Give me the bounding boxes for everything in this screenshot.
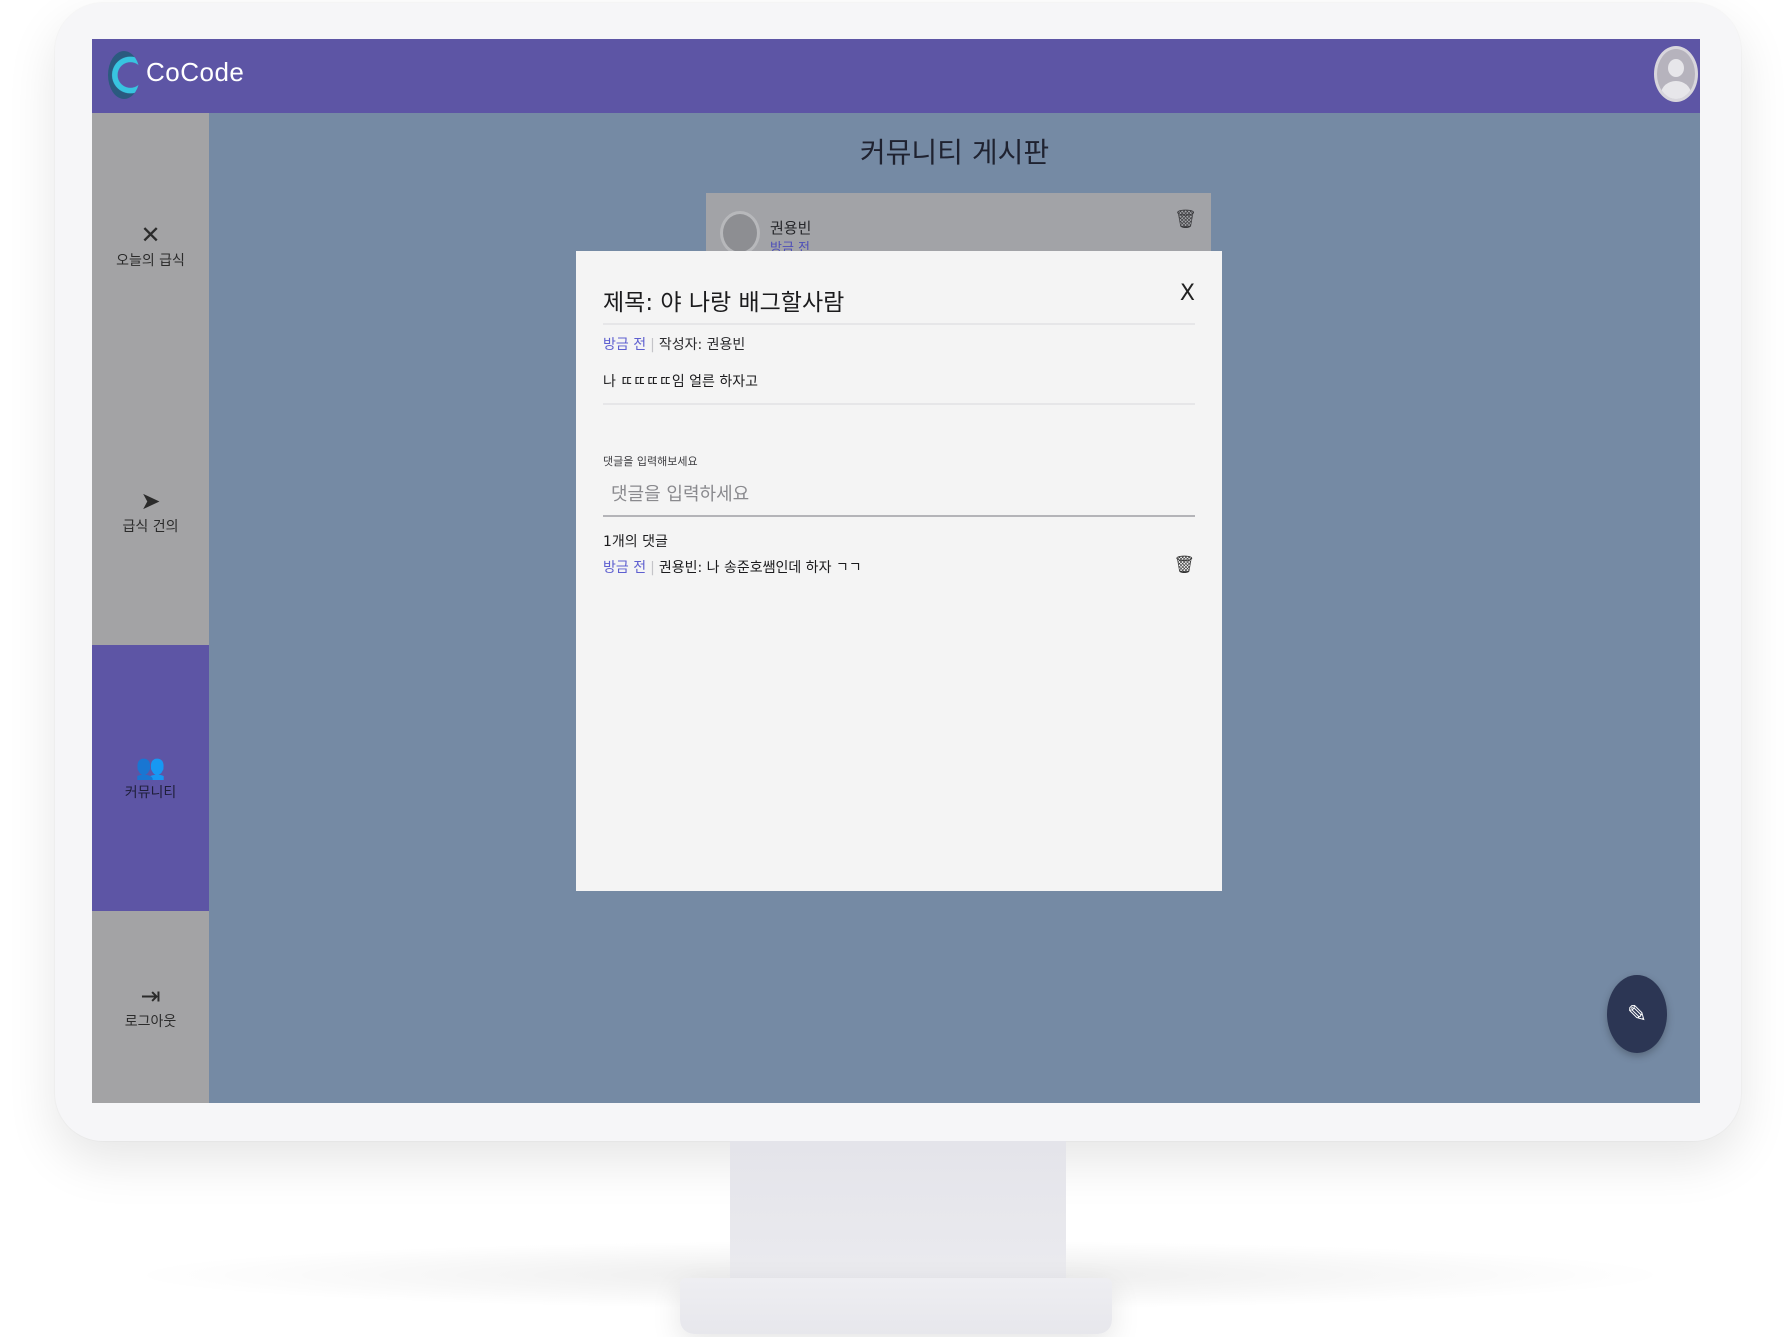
avatar: [720, 211, 760, 255]
modal-header: 제목: 야 나랑 배그할사람 X: [603, 281, 1195, 325]
post-author: 작성자: 권용빈: [658, 337, 746, 353]
top-bar: CoCode: [92, 39, 1700, 113]
comment-item: 방금 전 | 권용빈: 나 송준호쌤인데 하자 ㄱㄱ 🗑: [603, 555, 1195, 577]
comment-text: 나 송준호쌤인데 하자 ㄱㄱ: [706, 560, 862, 576]
sidebar: ✕ 오늘의 급식 ➤ 급식 건의 👥 커뮤니티 ⇥ 로그아웃: [92, 113, 209, 1103]
comment-count: 1개의 댓글: [603, 534, 668, 550]
sidebar-item-label: 로그아웃: [124, 1014, 177, 1030]
trash-icon[interactable]: 🗑: [1174, 209, 1197, 230]
user-avatar[interactable]: [1654, 46, 1698, 102]
people-icon: 👥: [135, 753, 166, 781]
app-title[interactable]: CoCode: [146, 57, 244, 88]
monitor-stand: [730, 1141, 1066, 1291]
post-detail-modal: 제목: 야 나랑 배그할사람 X 방금 전 | 작성자: 권용빈 나 ㄸㄸㄸㄸ임 얼…: [576, 251, 1222, 891]
sidebar-item-label: 오늘의 급식: [116, 253, 185, 269]
sidebar-item-logout[interactable]: ⇥ 로그아웃: [92, 911, 209, 1103]
comment-input[interactable]: [603, 473, 1195, 517]
page-title: 커뮤니티 게시판: [859, 136, 1050, 169]
utensils-icon: ✕: [140, 221, 161, 249]
comment-time: 방금 전: [603, 560, 647, 576]
modal-title: 제목: 야 나랑 배그할사람: [603, 290, 845, 316]
post-meta: 방금 전 | 작성자: 권용빈: [603, 334, 745, 354]
divider: |: [650, 560, 655, 576]
send-icon: ➤: [140, 487, 161, 515]
post-author: 권용빈: [770, 219, 812, 237]
post-time: 방금 전: [603, 337, 647, 353]
sidebar-item-meal-suggestion[interactable]: ➤ 급식 건의: [92, 379, 209, 645]
comment-author: 권용빈:: [658, 560, 703, 576]
logout-icon: ⇥: [140, 982, 161, 1010]
sidebar-item-label: 급식 건의: [122, 519, 179, 535]
comment-input-label: 댓글을 입력해보세요: [603, 455, 698, 468]
app-logo-icon[interactable]: [108, 51, 140, 99]
write-post-button[interactable]: ✎: [1607, 975, 1667, 1053]
post-body: 나 ㄸㄸㄸㄸ임 얼른 하자고: [603, 371, 1195, 405]
divider: |: [650, 337, 655, 353]
monitor-base: [680, 1278, 1112, 1334]
sidebar-item-label: 커뮤니티: [124, 785, 177, 801]
close-button[interactable]: X: [1180, 281, 1195, 306]
sidebar-item-today-meal[interactable]: ✕ 오늘의 급식: [92, 113, 209, 379]
sidebar-item-community[interactable]: 👥 커뮤니티: [92, 645, 209, 911]
app-screen: CoCode ✕ 오늘의 급식 ➤ 급식 건의 👥 커뮤니티 ⇥ 로그아웃 커뮤…: [92, 39, 1700, 1103]
pencil-icon: ✎: [1626, 1000, 1648, 1028]
trash-icon[interactable]: 🗑: [1173, 555, 1195, 575]
